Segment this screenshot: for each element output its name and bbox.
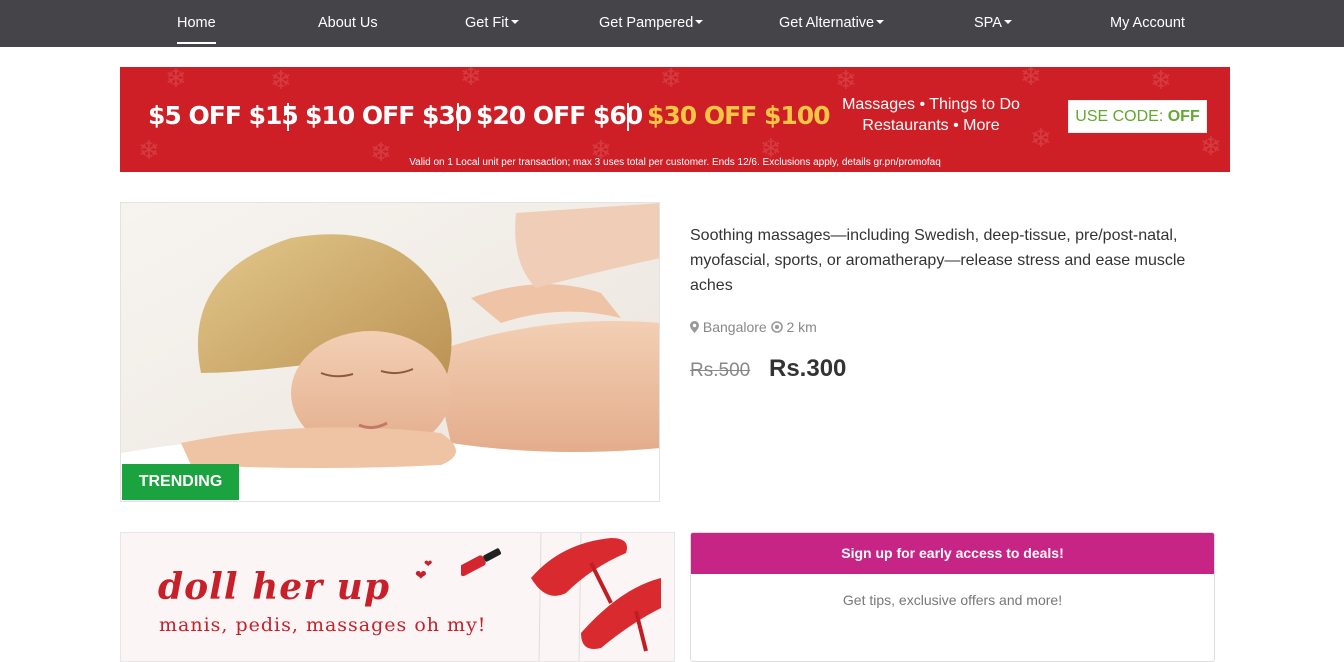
signup-heading: Sign up for early access to deals! bbox=[691, 533, 1214, 574]
caret-down-icon bbox=[1003, 20, 1012, 25]
promo-offer-2: $10 OFF $30 bbox=[305, 101, 472, 130]
snowflake-icon: ❄ bbox=[660, 67, 682, 93]
nav-spa-dropdown[interactable]: SPA bbox=[974, 0, 1012, 47]
top-navbar: Home About Us Get Fit Get Pampered Get A… bbox=[0, 0, 1344, 47]
deal-distance: 2 km bbox=[786, 319, 817, 335]
caret-down-icon bbox=[876, 20, 885, 25]
doll-her-up-banner[interactable]: doll her up ❤ ❤ manis, pedis, massages o… bbox=[120, 532, 675, 662]
massage-photo bbox=[121, 203, 659, 501]
promo-code-button[interactable]: USE CODE: OFF bbox=[1068, 100, 1207, 133]
snowflake-icon: ❄ bbox=[1020, 67, 1042, 91]
nav-get-alternative-dropdown[interactable]: Get Alternative bbox=[779, 0, 885, 47]
nav-my-account[interactable]: My Account bbox=[1110, 0, 1185, 47]
nav-home[interactable]: Home bbox=[177, 0, 216, 47]
deal-location: Bangalore bbox=[702, 319, 767, 335]
trending-badge: TRENDING bbox=[122, 464, 239, 500]
promo-offer-1: $5 OFF $15 bbox=[148, 101, 299, 130]
caret-down-icon bbox=[510, 20, 519, 25]
nav-get-fit-dropdown[interactable]: Get Fit bbox=[465, 0, 519, 47]
nav-get-pampered-dropdown[interactable]: Get Pampered bbox=[599, 0, 704, 47]
promo-separator bbox=[627, 103, 629, 131]
nav-about-us[interactable]: About Us bbox=[318, 0, 378, 47]
promo-offer-4: $30 OFF $100 bbox=[647, 101, 831, 130]
caret-down-icon bbox=[695, 20, 704, 25]
promo-categories: Massages • Things to Do Restaurants • Mo… bbox=[842, 96, 1020, 134]
snowflake-icon: ❄ bbox=[1150, 67, 1172, 95]
red-heels-image bbox=[461, 533, 661, 661]
snowflake-icon: ❄ bbox=[1200, 131, 1222, 161]
promo-banner[interactable]: ❄ ❄ ❄ ❄ ❄ ❄ ❄ ❄ ❄ ❄ ❄ ❄ ❄ $5 OFF $15 $10… bbox=[120, 67, 1230, 172]
promo-offer-3: $20 OFF $60 bbox=[476, 101, 643, 130]
map-marker-icon bbox=[690, 319, 699, 337]
promo-fine-print: Valid on 1 Local unit per transaction; m… bbox=[409, 157, 941, 168]
promo-separator bbox=[457, 103, 459, 131]
promo-separator bbox=[287, 103, 289, 131]
doll-banner-subtitle: manis, pedis, massages oh my! bbox=[159, 614, 487, 636]
target-icon bbox=[770, 319, 783, 337]
deal-image[interactable]: TRENDING bbox=[120, 202, 660, 502]
original-price: Rs.500 bbox=[690, 360, 751, 381]
deal-description[interactable]: Soothing massages—including Swedish, dee… bbox=[690, 223, 1200, 298]
doll-banner-title: doll her up bbox=[158, 566, 390, 608]
discounted-price: Rs.300 bbox=[769, 355, 847, 382]
snowflake-icon: ❄ bbox=[165, 67, 187, 93]
deal-meta: Bangalore 2 km bbox=[690, 318, 817, 337]
snowflake-icon: ❄ bbox=[460, 67, 482, 91]
signup-subtext: Get tips, exclusive offers and more! bbox=[842, 592, 1063, 608]
snowflake-icon: ❄ bbox=[835, 67, 857, 95]
snowflake-icon: ❄ bbox=[270, 67, 292, 95]
signup-box: Sign up for early access to deals! Get t… bbox=[690, 532, 1215, 662]
hearts-icon: ❤ bbox=[424, 559, 433, 570]
